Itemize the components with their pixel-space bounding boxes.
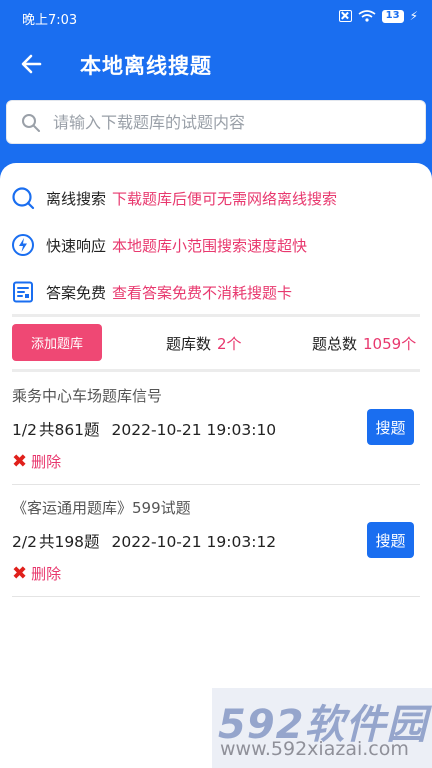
feature-free-answers: 答案免费 查看答案免费不消耗搜题卡: [10, 278, 292, 306]
search-questions-button[interactable]: 搜题: [367, 522, 414, 558]
search-input[interactable]: [53, 101, 413, 143]
feature-desc: 查看答案免费不消耗搜题卡: [112, 283, 293, 302]
close-icon: ✖: [12, 451, 28, 472]
feature-desc: 本地题库小范围搜索速度超快: [112, 236, 308, 255]
bank-info: 2/2 共198题 2022-10-21 19:03:12: [12, 530, 276, 552]
divider: [12, 369, 420, 372]
bank-count: 共198题: [38, 533, 100, 551]
status-time: 晚上7:03: [22, 13, 78, 28]
status-bar: 晚上7:03 13 ⚡: [0, 0, 432, 34]
close-icon: ✖: [12, 563, 28, 584]
battery-icon: 13: [381, 9, 404, 23]
bank-progress: 1/2: [12, 421, 37, 439]
feature-name: 离线搜索: [46, 189, 107, 208]
charging-icon: ⚡: [409, 9, 418, 23]
delete-label: 删除: [31, 453, 62, 471]
status-icons: 13 ⚡: [338, 9, 418, 23]
feature-fast-response: 快速响应 本地题库小范围搜索速度超快: [10, 231, 307, 259]
bank-datetime: 2022-10-21 19:03:12: [111, 533, 277, 551]
divider: [12, 314, 420, 317]
search-circle-icon: [10, 185, 36, 211]
page-title: 本地离线搜题: [80, 54, 212, 78]
bank-progress: 2/2: [12, 533, 37, 551]
bank-count-label: 题库数: [166, 335, 212, 353]
bank-info: 1/2 共861题 2022-10-21 19:03:10: [12, 418, 276, 440]
lightning-icon: [10, 232, 36, 258]
bank-title: 乘务中心车场题库信号: [12, 387, 163, 405]
feature-desc: 下载题库后便可无需网络离线搜索: [112, 189, 338, 208]
divider: [12, 484, 420, 485]
delete-button[interactable]: ✖ 删除: [12, 451, 61, 472]
nav-bar: 本地离线搜题: [0, 40, 432, 88]
divider: [12, 596, 420, 597]
feature-name: 答案免费: [46, 283, 107, 302]
no-sim-icon: [338, 10, 352, 22]
question-total: 题总数 1059个: [312, 333, 416, 354]
watermark-url: www.592xiazai.com: [220, 738, 409, 760]
wifi-icon: [358, 10, 376, 22]
feature-name: 快速响应: [46, 236, 107, 255]
feature-offline-search: 离线搜索 下载题库后便可无需网络离线搜索: [10, 184, 337, 212]
question-total-label: 题总数: [312, 335, 358, 353]
back-arrow-icon[interactable]: [16, 50, 48, 78]
bank-count: 题库数 2个: [166, 333, 242, 354]
bank-count-value: 2个: [217, 335, 242, 353]
delete-button[interactable]: ✖ 删除: [12, 563, 61, 584]
bank-title: 《客运通用题库》599试题: [12, 499, 191, 517]
delete-label: 删除: [31, 565, 62, 583]
search-icon: [22, 114, 40, 132]
bank-count: 共861题: [38, 421, 100, 439]
search-questions-button[interactable]: 搜题: [367, 409, 414, 445]
question-total-value: 1059个: [363, 335, 417, 353]
answer-sheet-icon: [10, 279, 36, 305]
add-bank-button[interactable]: 添加题库: [12, 324, 102, 361]
search-bar[interactable]: [6, 100, 426, 144]
bank-datetime: 2022-10-21 19:03:10: [111, 421, 277, 439]
watermark: 592软件园 www.592xiazai.com: [212, 688, 432, 768]
